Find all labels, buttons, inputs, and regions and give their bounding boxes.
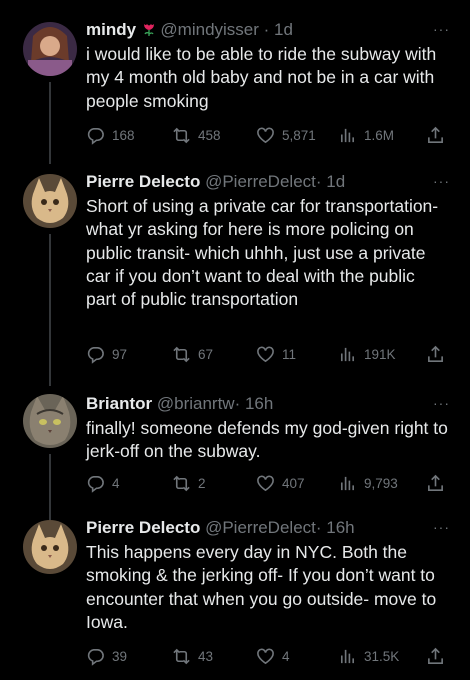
reply-icon (87, 346, 104, 364)
timestamp[interactable]: · 16h (235, 394, 274, 413)
tweet[interactable]: Briantor @brianrtw· 16h ··· finally! som… (0, 392, 470, 520)
retweet-count: 2 (198, 475, 206, 491)
retweet-count: 67 (198, 346, 214, 362)
handle[interactable]: @PierreDelect (205, 518, 316, 537)
tweet[interactable]: mindy @mindyisser · 1d ··· i would like … (0, 18, 470, 164)
views-button[interactable]: 9,793 (338, 472, 398, 494)
share-button[interactable] (426, 472, 445, 494)
like-count: 5,871 (282, 127, 316, 143)
view-count: 1.6M (364, 127, 395, 143)
like-button[interactable]: 11 (256, 343, 296, 365)
views-icon (340, 649, 355, 663)
retweet-count: 43 (198, 648, 214, 664)
tweet-header: Pierre Delecto @PierreDelect· 16h (86, 516, 430, 540)
display-name[interactable]: Pierre Delecto (86, 172, 200, 191)
share-icon (428, 345, 443, 362)
reply-button[interactable]: 4 (86, 472, 120, 494)
views-button[interactable]: 31.5K (338, 645, 399, 667)
timestamp[interactable]: · 1d (316, 172, 345, 191)
heart-icon (257, 475, 274, 491)
tweet-header: Pierre Delecto @PierreDelect· 1d (86, 170, 430, 194)
like-button[interactable]: 407 (256, 472, 305, 494)
reply-button[interactable]: 97 (86, 343, 127, 365)
share-icon (428, 474, 443, 491)
retweet-button[interactable]: 458 (172, 124, 221, 146)
views-icon (340, 347, 355, 361)
tweet-thread: mindy @mindyisser · 1d ··· i would like … (0, 0, 470, 680)
tulip-icon (141, 23, 161, 38)
share-button[interactable] (426, 645, 445, 667)
avatar[interactable] (23, 394, 77, 448)
reply-count: 39 (112, 648, 128, 664)
handle[interactable]: @mindyisser (160, 20, 259, 39)
tweet[interactable]: Pierre Delecto @PierreDelect· 1d ··· Sho… (0, 170, 470, 386)
share-icon (428, 126, 443, 143)
reply-button[interactable]: 39 (86, 645, 127, 667)
action-bar: 168 458 5,871 1.6M (86, 124, 450, 146)
avatar[interactable] (23, 174, 77, 228)
retweet-icon (173, 648, 190, 664)
tweet-text: finally! someone defends my god-given ri… (86, 418, 448, 462)
tweet-text: Short of using a private car for transpo… (86, 196, 439, 310)
thread-connector (49, 82, 51, 164)
more-options-icon[interactable]: ··· (433, 22, 450, 36)
thread-connector (49, 234, 51, 386)
view-count: 191K (364, 346, 396, 362)
more-options-icon[interactable]: ··· (433, 174, 450, 188)
like-button[interactable]: 5,871 (256, 124, 316, 146)
more-options-icon[interactable]: ··· (433, 396, 450, 410)
reply-count: 97 (112, 346, 128, 362)
reply-count: 4 (112, 475, 120, 491)
views-icon (340, 476, 355, 490)
tweet-header: Briantor @brianrtw· 16h (86, 392, 430, 416)
heart-icon (257, 346, 274, 362)
like-button[interactable]: 4 (256, 645, 290, 667)
retweet-icon (173, 346, 190, 362)
display-name[interactable]: Pierre Delecto (86, 518, 200, 537)
reply-button[interactable]: 168 (86, 124, 135, 146)
retweet-button[interactable]: 67 (172, 343, 213, 365)
share-icon (428, 647, 443, 664)
heart-icon (257, 648, 274, 664)
avatar[interactable] (23, 520, 77, 574)
more-options-icon[interactable]: ··· (433, 520, 450, 534)
handle[interactable]: @PierreDelect (205, 172, 316, 191)
tweet[interactable]: Pierre Delecto @PierreDelect· 16h ··· Th… (0, 516, 470, 676)
retweet-button[interactable]: 2 (172, 472, 206, 494)
views-button[interactable]: 1.6M (338, 124, 394, 146)
reply-icon (87, 648, 104, 666)
retweet-count: 458 (198, 127, 221, 143)
action-bar: 39 43 4 31.5K (86, 645, 450, 667)
share-button[interactable] (426, 343, 445, 365)
like-count: 407 (282, 475, 305, 491)
display-name[interactable]: Briantor (86, 394, 152, 413)
retweet-button[interactable]: 43 (172, 645, 213, 667)
views-button[interactable]: 191K (338, 343, 396, 365)
tweet-text: i would like to be able to ride the subw… (86, 44, 437, 111)
action-bar: 97 67 11 191K (86, 343, 450, 365)
avatar[interactable] (23, 22, 77, 76)
view-count: 31.5K (364, 648, 400, 664)
share-button[interactable] (426, 124, 445, 146)
retweet-icon (173, 475, 190, 491)
thread-connector (49, 454, 51, 520)
views-icon (340, 128, 355, 142)
like-count: 11 (282, 346, 297, 362)
action-bar: 4 2 407 9,793 (86, 472, 450, 494)
handle[interactable]: @brianrtw (157, 394, 235, 413)
reply-count: 168 (112, 127, 135, 143)
tweet-text: This happens every day in NYC. Both the … (86, 542, 437, 632)
timestamp[interactable]: · 16h (316, 518, 355, 537)
display-name[interactable]: mindy (86, 20, 136, 39)
retweet-icon (173, 127, 190, 143)
like-count: 4 (282, 648, 290, 664)
heart-icon (257, 127, 274, 143)
tweet-header: mindy @mindyisser · 1d (86, 18, 430, 43)
reply-icon (87, 475, 104, 493)
timestamp[interactable]: · 1d (264, 20, 293, 39)
reply-icon (87, 127, 104, 145)
view-count: 9,793 (364, 475, 398, 491)
